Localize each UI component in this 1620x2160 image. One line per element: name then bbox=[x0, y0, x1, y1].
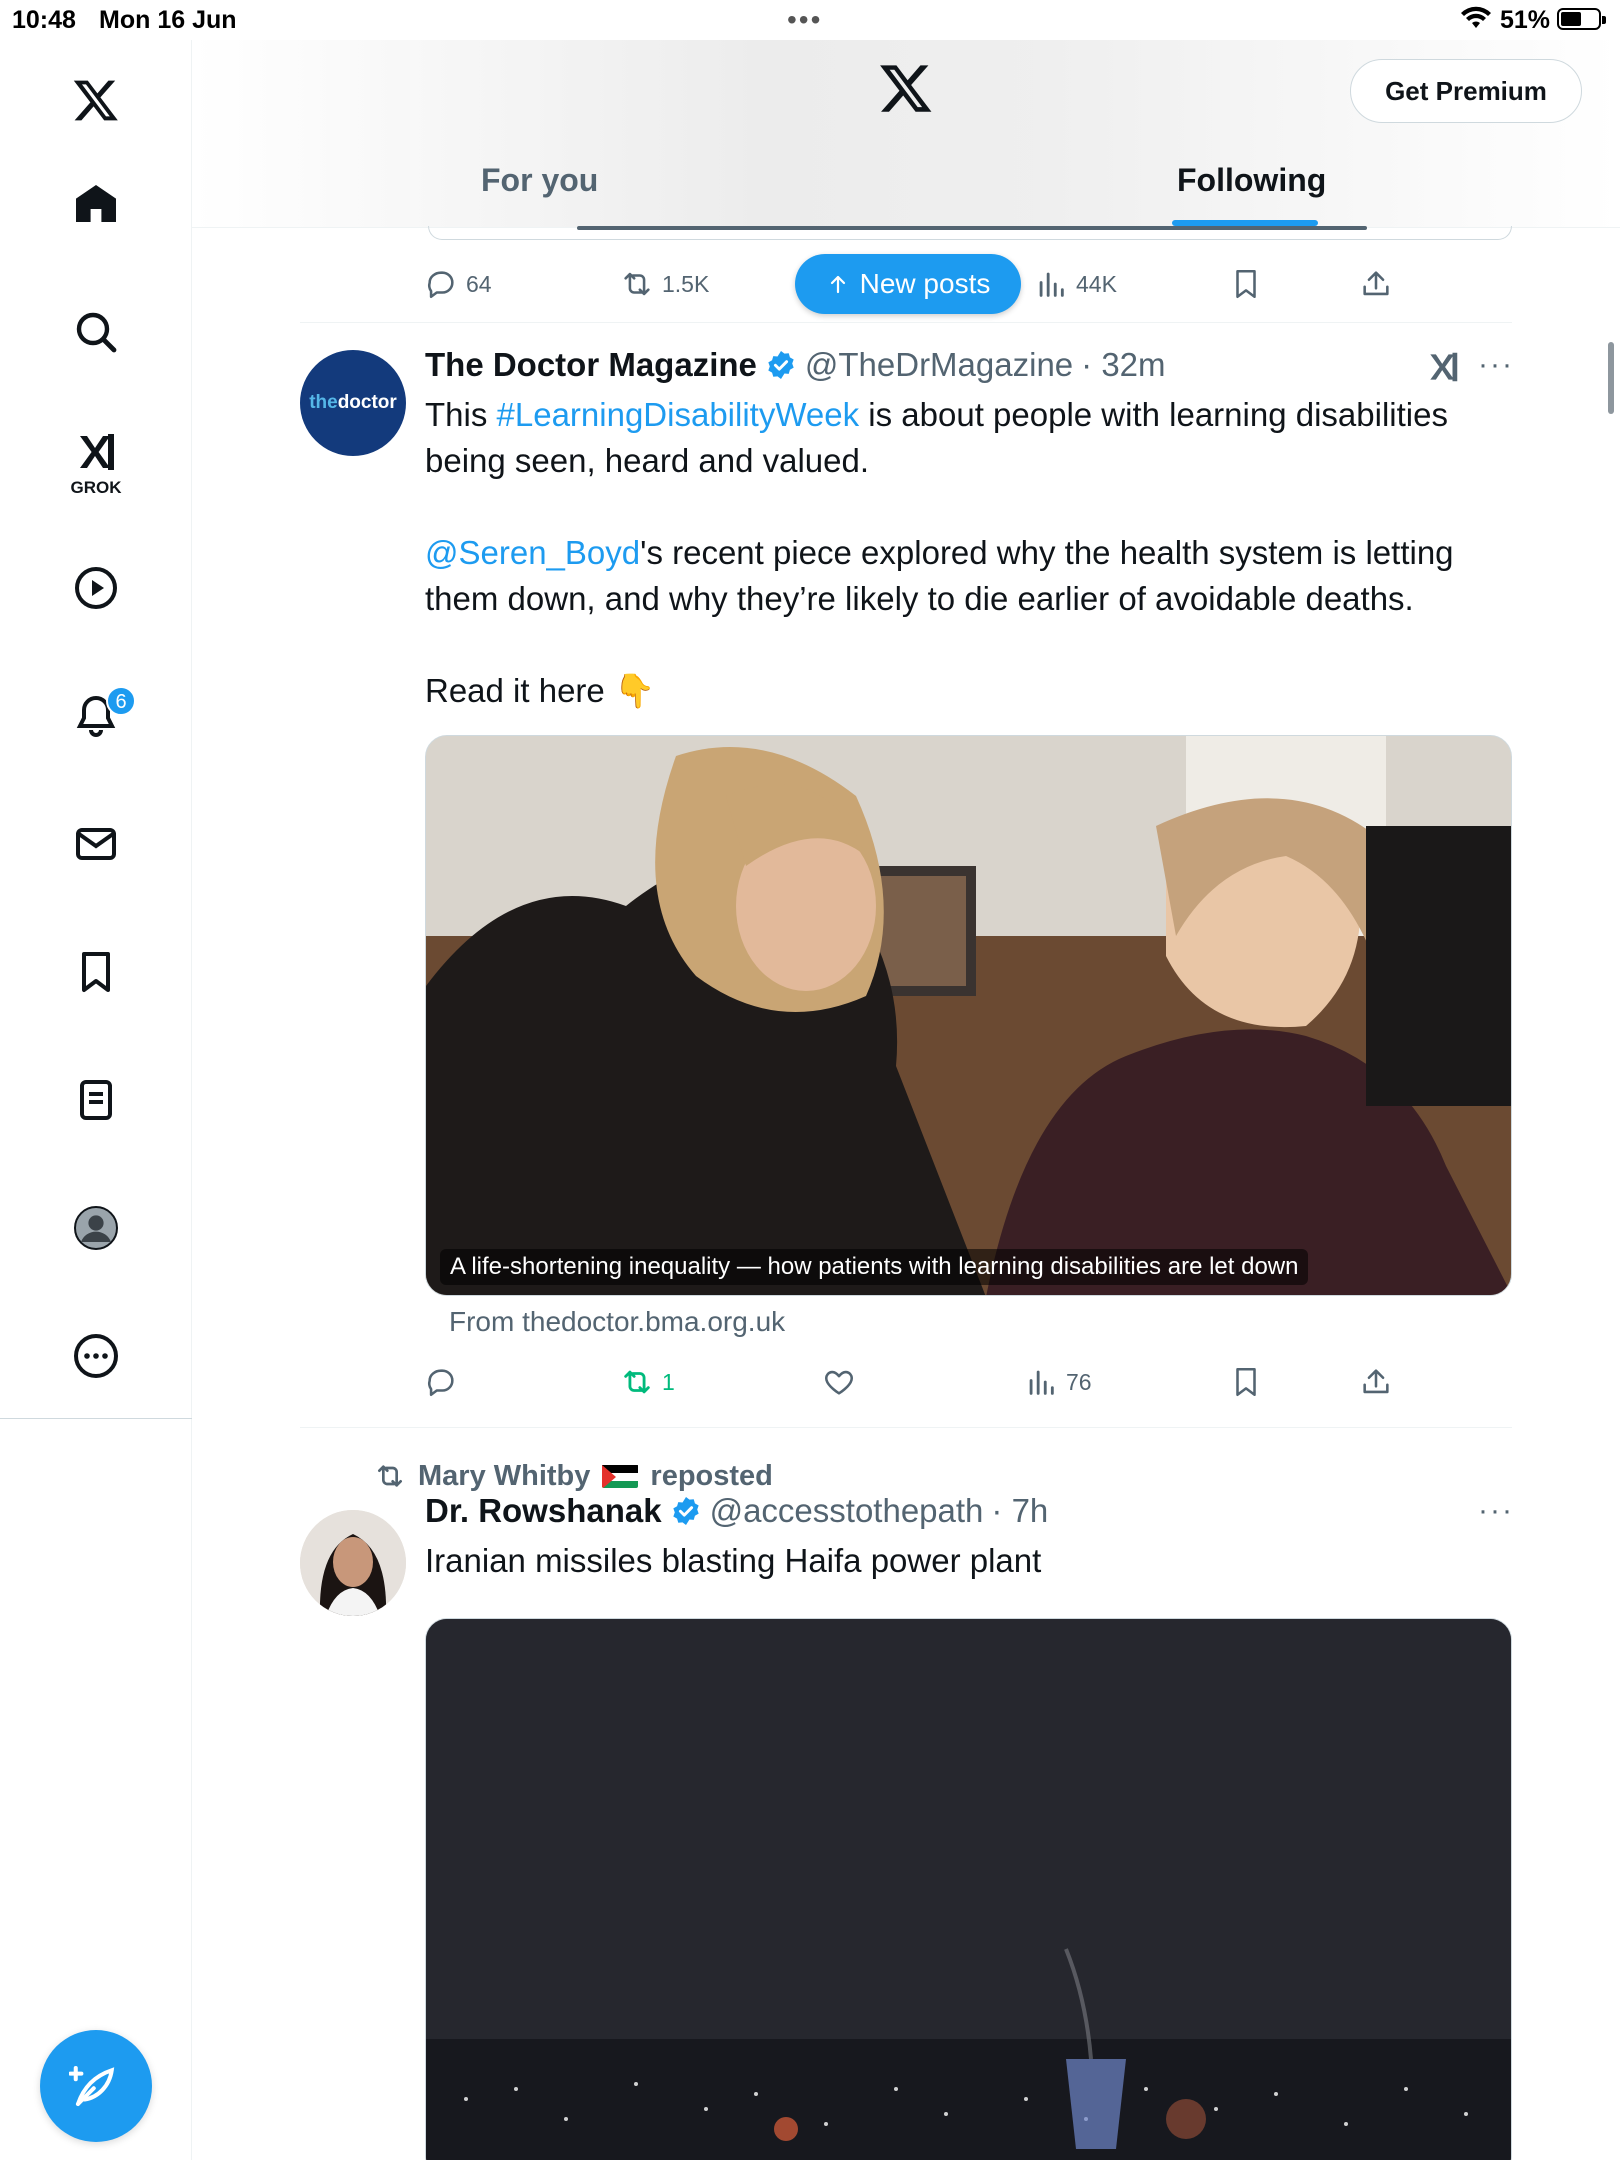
status-date: Mon 16 Jun bbox=[99, 6, 237, 34]
battery-icon bbox=[1557, 8, 1606, 30]
palestine-flag-icon bbox=[602, 1464, 639, 1488]
repost-count: 1.5K bbox=[662, 270, 710, 297]
separator bbox=[300, 1427, 1512, 1428]
views-count: 44K bbox=[1076, 270, 1117, 297]
views-button[interactable]: 44K bbox=[1034, 262, 1117, 306]
bookmark-icon bbox=[1236, 1367, 1256, 1397]
verified-badge-icon bbox=[768, 351, 794, 379]
link-source[interactable]: From thedoctor.bma.org.uk bbox=[449, 1306, 785, 1338]
profile-icon[interactable] bbox=[56, 1188, 136, 1268]
new-posts-button[interactable]: New posts bbox=[795, 254, 1021, 314]
separator bbox=[300, 322, 1512, 323]
tweet-text-paragraph: @Seren_Boyd's recent piece explored why … bbox=[425, 530, 1495, 622]
like-button[interactable] bbox=[822, 1360, 856, 1404]
tweet-time[interactable]: · 32m bbox=[1081, 346, 1165, 384]
author-handle[interactable]: @accesstothepath bbox=[710, 1492, 984, 1530]
reposter-name[interactable]: Mary Whitby bbox=[418, 1460, 590, 1493]
arrow-up-icon bbox=[830, 275, 845, 294]
status-time: 10:48 bbox=[12, 6, 76, 34]
reply-button[interactable] bbox=[424, 1360, 458, 1404]
search-icon[interactable] bbox=[56, 292, 136, 372]
compose-button[interactable] bbox=[40, 2030, 152, 2142]
bookmark-icon[interactable] bbox=[56, 932, 136, 1012]
sidebar-divider bbox=[0, 1418, 192, 1419]
author-name[interactable]: Dr. Rowshanak bbox=[425, 1492, 662, 1530]
share-button[interactable] bbox=[1359, 1360, 1393, 1404]
mail-icon[interactable] bbox=[56, 804, 136, 884]
tweet-text-part: This bbox=[425, 396, 497, 433]
author-handle[interactable]: @TheDrMagazine bbox=[805, 346, 1073, 384]
tweet-author-line: Dr. Rowshanak @accesstothepath · 7h bbox=[425, 1490, 1048, 1532]
hashtag-link[interactable]: #LearningDisabilityWeek bbox=[497, 396, 860, 433]
share-icon bbox=[1363, 1369, 1389, 1394]
bookmark-icon bbox=[1236, 269, 1256, 299]
reply-icon bbox=[428, 271, 454, 299]
avatar-text-doctor: doctor bbox=[337, 392, 397, 413]
home-icon[interactable] bbox=[56, 164, 136, 244]
views-icon bbox=[1039, 272, 1064, 297]
heart-icon bbox=[825, 1370, 853, 1395]
mention-link[interactable]: @Seren_Boyd bbox=[425, 534, 640, 571]
status-bar: 10:48 Mon 16 Jun ••• 51% bbox=[0, 0, 1620, 40]
reply-count: 64 bbox=[466, 270, 492, 297]
multitasking-dots-icon[interactable]: ••• bbox=[787, 4, 822, 36]
sidebar: GROK 6 bbox=[0, 40, 192, 2160]
views-icon bbox=[1029, 1370, 1054, 1395]
reply-icon bbox=[428, 1369, 454, 1397]
bookmark-button[interactable] bbox=[1229, 262, 1263, 306]
compose-feather-icon bbox=[69, 2065, 115, 2107]
x-logo-icon[interactable] bbox=[56, 60, 136, 140]
video-icon[interactable] bbox=[56, 548, 136, 628]
repost-button[interactable]: 1.5K bbox=[620, 262, 709, 306]
tweet-text: This #LearningDisabilityWeek is about pe… bbox=[425, 392, 1495, 484]
tweet-actions: 1 76 bbox=[424, 1360, 1524, 1404]
more-icon[interactable] bbox=[56, 1316, 136, 1396]
x-header-logo-icon[interactable] bbox=[878, 60, 934, 116]
tab-for-you[interactable]: For you bbox=[481, 162, 598, 199]
top-header: Get Premium For you Following bbox=[192, 40, 1620, 230]
list-icon[interactable] bbox=[56, 1060, 136, 1140]
avatar-text-the: the bbox=[309, 392, 338, 413]
new-posts-label: New posts bbox=[859, 268, 991, 299]
battery-percent: 51% bbox=[1500, 6, 1551, 34]
grok-explain-icon[interactable] bbox=[1424, 348, 1462, 386]
more-options-icon[interactable]: ··· bbox=[1478, 1494, 1514, 1528]
verified-badge-icon bbox=[672, 1497, 699, 1525]
link-card-image[interactable]: A life-shortening inequality — how patie… bbox=[425, 735, 1512, 1296]
repost-icon bbox=[624, 1370, 650, 1394]
reposted-label: reposted bbox=[650, 1459, 773, 1492]
tweet-text: Iranian missiles blasting Haifa power pl… bbox=[425, 1542, 1042, 1579]
timeline-feed: 64 1.5K 44K New posts the doctor The Doct… bbox=[192, 226, 1620, 2160]
bookmark-button[interactable] bbox=[1229, 1360, 1263, 1404]
avatar[interactable]: the doctor bbox=[300, 350, 406, 456]
tweet-time[interactable]: · 7h bbox=[991, 1492, 1048, 1530]
repost-count: 1 bbox=[662, 1368, 675, 1395]
wifi-icon bbox=[1461, 6, 1491, 28]
link-card-title: A life-shortening inequality — how patie… bbox=[440, 1249, 1309, 1285]
tweet-author-line: The Doctor Magazine @TheDrMagazine · 32m bbox=[425, 344, 1166, 386]
share-icon bbox=[1363, 271, 1389, 296]
tweet-text-paragraph: Read it here 👇 bbox=[425, 672, 656, 709]
get-premium-button[interactable]: Get Premium bbox=[1350, 59, 1582, 123]
tweet-video[interactable] bbox=[425, 1618, 1512, 2160]
views-count: 76 bbox=[1066, 1368, 1092, 1395]
views-button[interactable]: 76 bbox=[1024, 1360, 1092, 1404]
video-frame bbox=[426, 1619, 1511, 2160]
repost-button[interactable]: 1 bbox=[620, 1360, 675, 1404]
grok-label: GROK bbox=[70, 478, 122, 497]
repost-icon bbox=[624, 272, 650, 296]
photo-illustration bbox=[426, 736, 1511, 1295]
repost-context-icon bbox=[378, 1465, 402, 1487]
tab-following[interactable]: Following bbox=[1177, 162, 1326, 199]
notifications-badge: 6 bbox=[106, 686, 136, 716]
reply-button[interactable]: 64 bbox=[424, 262, 492, 306]
page-scrollbar[interactable] bbox=[1608, 342, 1614, 414]
more-options-icon[interactable]: ··· bbox=[1478, 348, 1514, 382]
previous-card-edge bbox=[428, 226, 1512, 240]
share-button[interactable] bbox=[1359, 262, 1393, 306]
avatar[interactable] bbox=[300, 1510, 406, 1616]
author-name[interactable]: The Doctor Magazine bbox=[425, 346, 757, 384]
avatar-photo bbox=[300, 1510, 406, 1616]
